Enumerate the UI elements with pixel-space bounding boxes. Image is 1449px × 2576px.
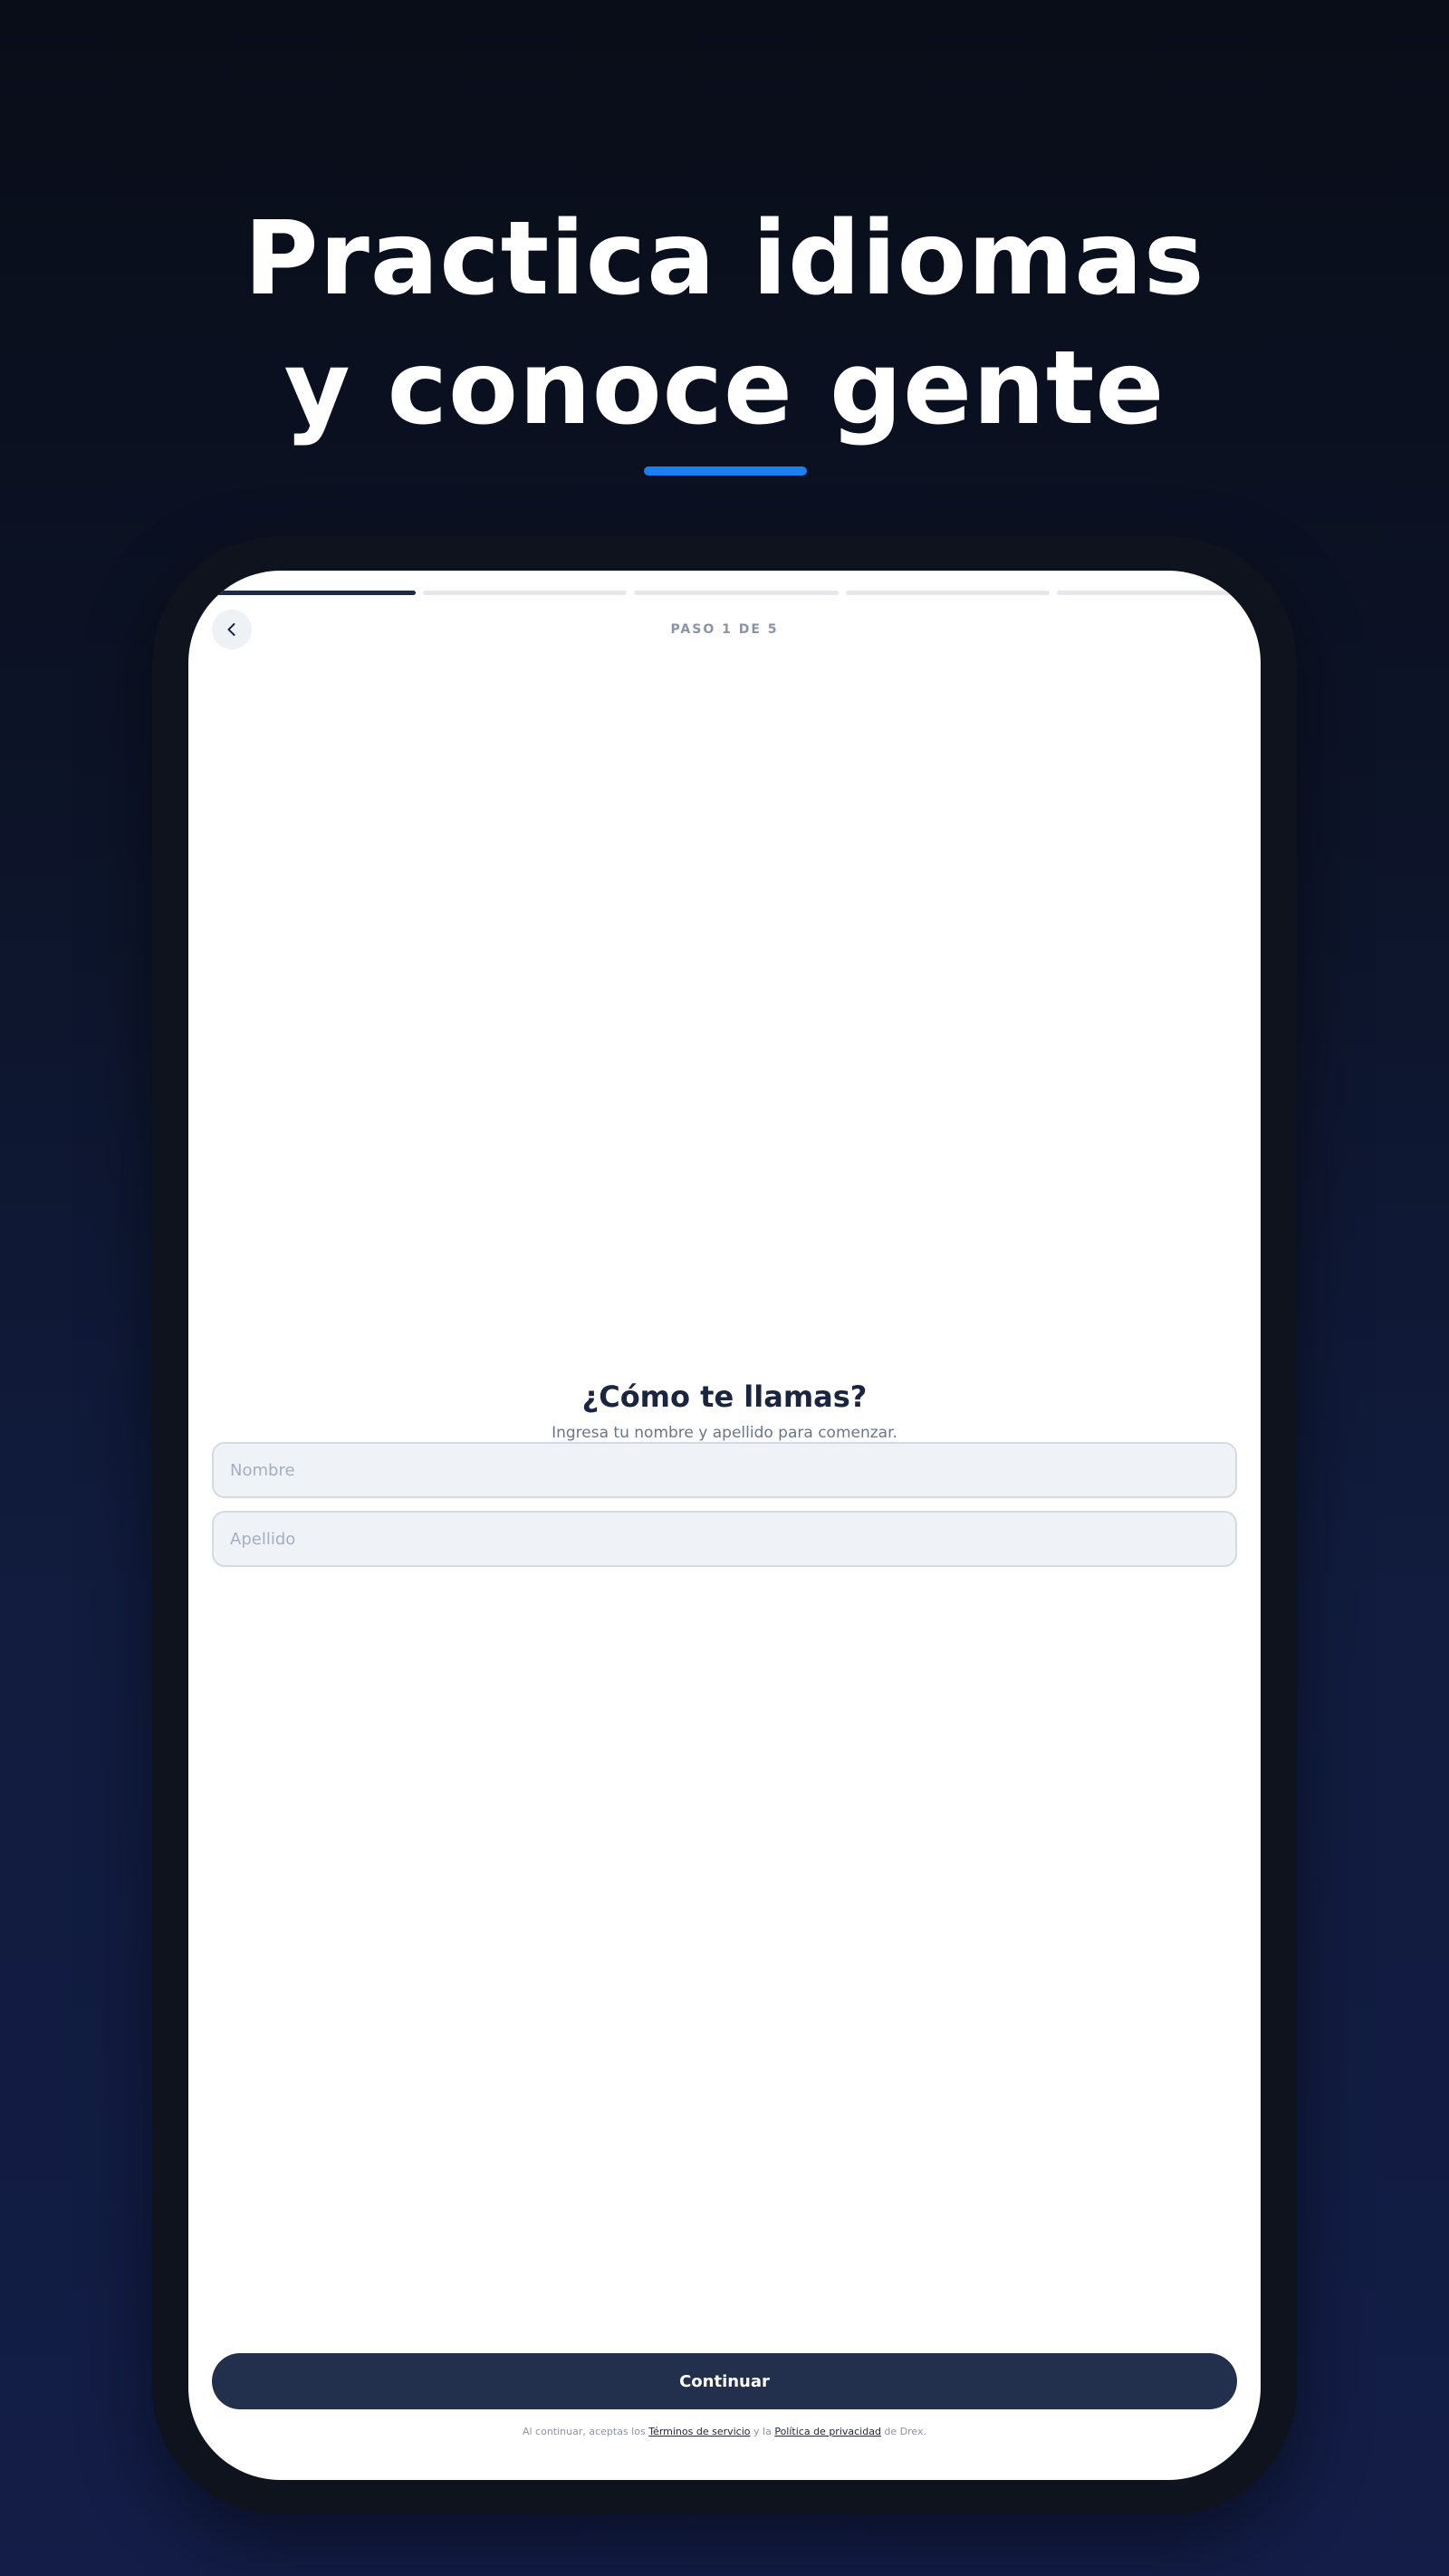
progress-segment-3 (634, 591, 839, 595)
hero-title-line-1: Practica idiomas (244, 200, 1205, 318)
step-progress-bar (212, 591, 1261, 595)
progress-segment-2 (423, 591, 628, 595)
hero-title: Practica idiomas y conoce gente (0, 195, 1449, 454)
first-name-input[interactable] (212, 1442, 1237, 1498)
legal-suffix: de Drex. (880, 2426, 927, 2437)
terms-link[interactable]: Términos de servicio (648, 2426, 750, 2437)
last-name-input[interactable] (212, 1511, 1237, 1567)
form-subtitle: Ingresa tu nombre y apellido para comenz… (552, 1424, 897, 1442)
progress-segment-1 (212, 591, 417, 595)
legal-notice: Al continuar, aceptas los Términos de se… (188, 2426, 1261, 2437)
privacy-link[interactable]: Política de privacidad (774, 2426, 881, 2437)
progress-segment-4 (845, 591, 1050, 595)
progress-segment-5 (1056, 591, 1261, 595)
hero-underline (644, 466, 807, 476)
legal-prefix: Al continuar, aceptas los (522, 2426, 649, 2437)
continue-button[interactable]: Continuar (212, 2353, 1237, 2409)
step-indicator: PASO 1 DE 5 (670, 622, 779, 637)
app-screen: PASO 1 DE 5 ¿Cómo te llamas? Ingresa tu … (188, 571, 1261, 2480)
legal-middle: y la (750, 2426, 775, 2437)
tablet-frame: PASO 1 DE 5 ¿Cómo te llamas? Ingresa tu … (152, 536, 1297, 2514)
hero-section: Practica idiomas y conoce gente (0, 195, 1449, 454)
hero-title-line-2: y conoce gente (283, 330, 1166, 447)
form-title: ¿Cómo te llamas? (581, 1379, 868, 1414)
